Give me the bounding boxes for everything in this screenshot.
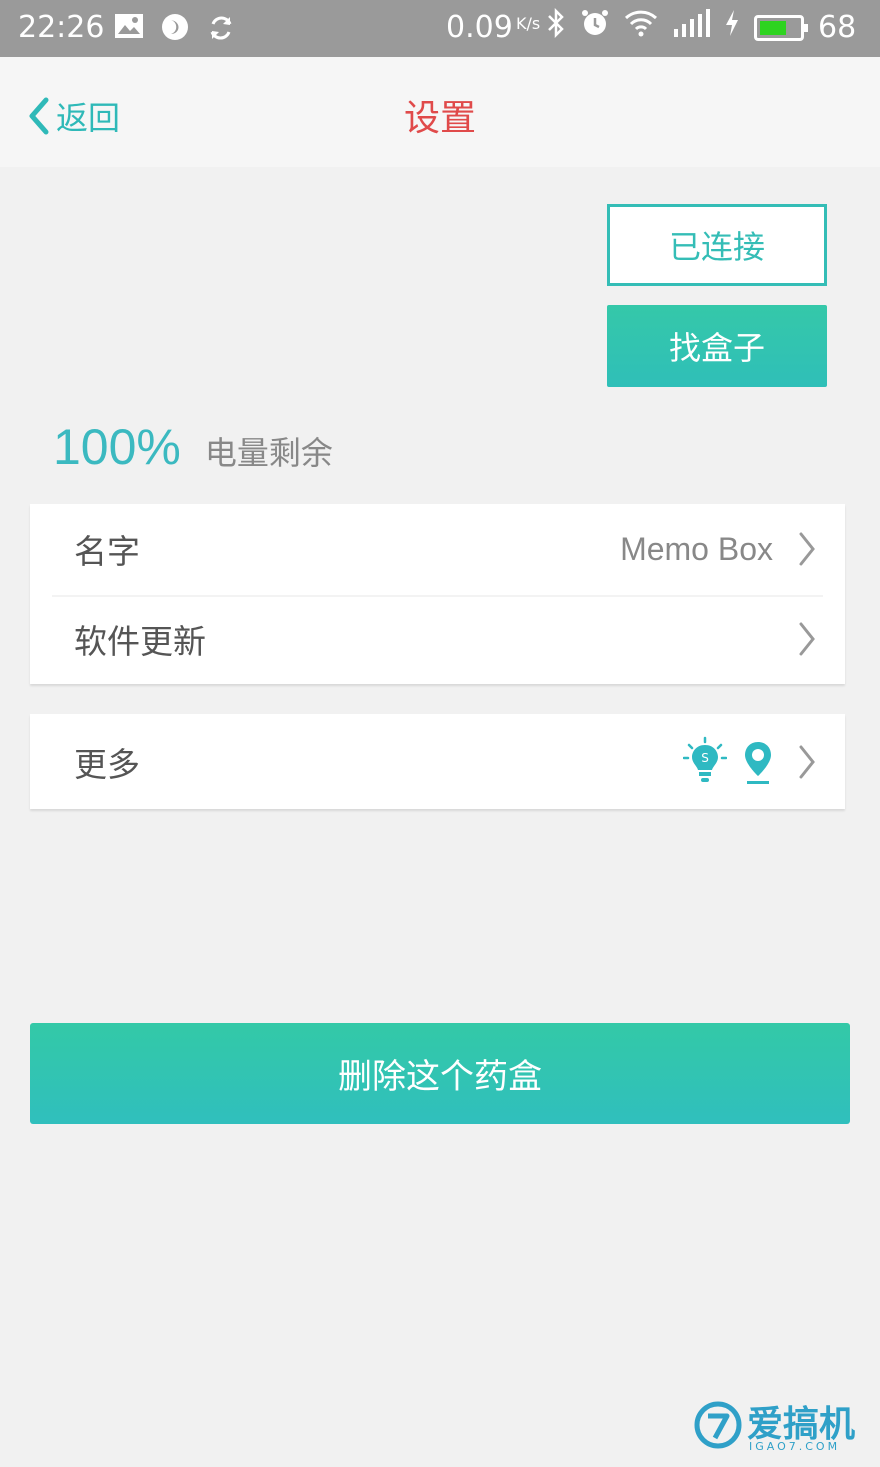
watermark-subtext: IGAO7.COM (749, 1440, 841, 1453)
more-label: 更多 (74, 744, 140, 784)
battery-percent: 100% (53, 419, 181, 475)
charging-icon (724, 9, 740, 47)
name-row[interactable]: 名字 Memo Box (30, 504, 845, 594)
more-card: 更多 S (30, 714, 845, 809)
signal-icon (672, 9, 710, 47)
page-title: 设置 (403, 98, 476, 139)
location-pin-icon (745, 742, 771, 784)
wifi-icon (624, 9, 658, 47)
chevron-right-icon (799, 745, 815, 778)
watermark-logo: 爱搞机 IGAO7.COM (693, 1400, 856, 1453)
find-box-button[interactable]: 找盒子 (607, 305, 827, 387)
sync-icon (204, 12, 238, 46)
battery-icon (754, 15, 808, 41)
lightbulb-icon: S (683, 736, 727, 782)
network-speed: 0.09 (446, 10, 513, 45)
watermark-text: 爱搞机 (747, 1404, 856, 1445)
status-time: 22:26 (18, 10, 105, 45)
software-update-row[interactable]: 软件更新 (30, 594, 845, 684)
bluetooth-icon (546, 7, 566, 48)
connected-button[interactable]: 已连接 (607, 204, 827, 286)
chevron-right-icon (799, 532, 815, 566)
name-value: Memo Box (620, 530, 773, 567)
battery-level: 68 (818, 10, 857, 45)
settings-card: 名字 Memo Box 软件更新 (30, 504, 845, 684)
chevron-right-icon (799, 622, 815, 656)
more-row[interactable]: 更多 S (30, 714, 845, 809)
battery-fill (760, 21, 786, 35)
network-speed-unit: K/s (516, 14, 541, 33)
battery-label: 电量剩余 (204, 434, 333, 472)
alarm-icon (580, 8, 610, 48)
status-bar: 22:26 0.09 K/s 68 (0, 0, 880, 57)
name-label: 名字 (74, 532, 140, 571)
svg-text:S: S (701, 751, 709, 765)
app-icon (158, 12, 192, 46)
status-icons-left (112, 12, 238, 46)
battery-remaining: 100% 电量剩余 (53, 418, 333, 476)
software-update-label: 软件更新 (74, 622, 206, 661)
watermark-logo-icon (694, 1401, 742, 1449)
image-icon (112, 12, 146, 46)
delete-box-button[interactable]: 删除这个药盒 (30, 1023, 850, 1124)
nav-bar: 返回 设置 (0, 57, 880, 167)
status-icons-right: 68 (546, 7, 857, 48)
